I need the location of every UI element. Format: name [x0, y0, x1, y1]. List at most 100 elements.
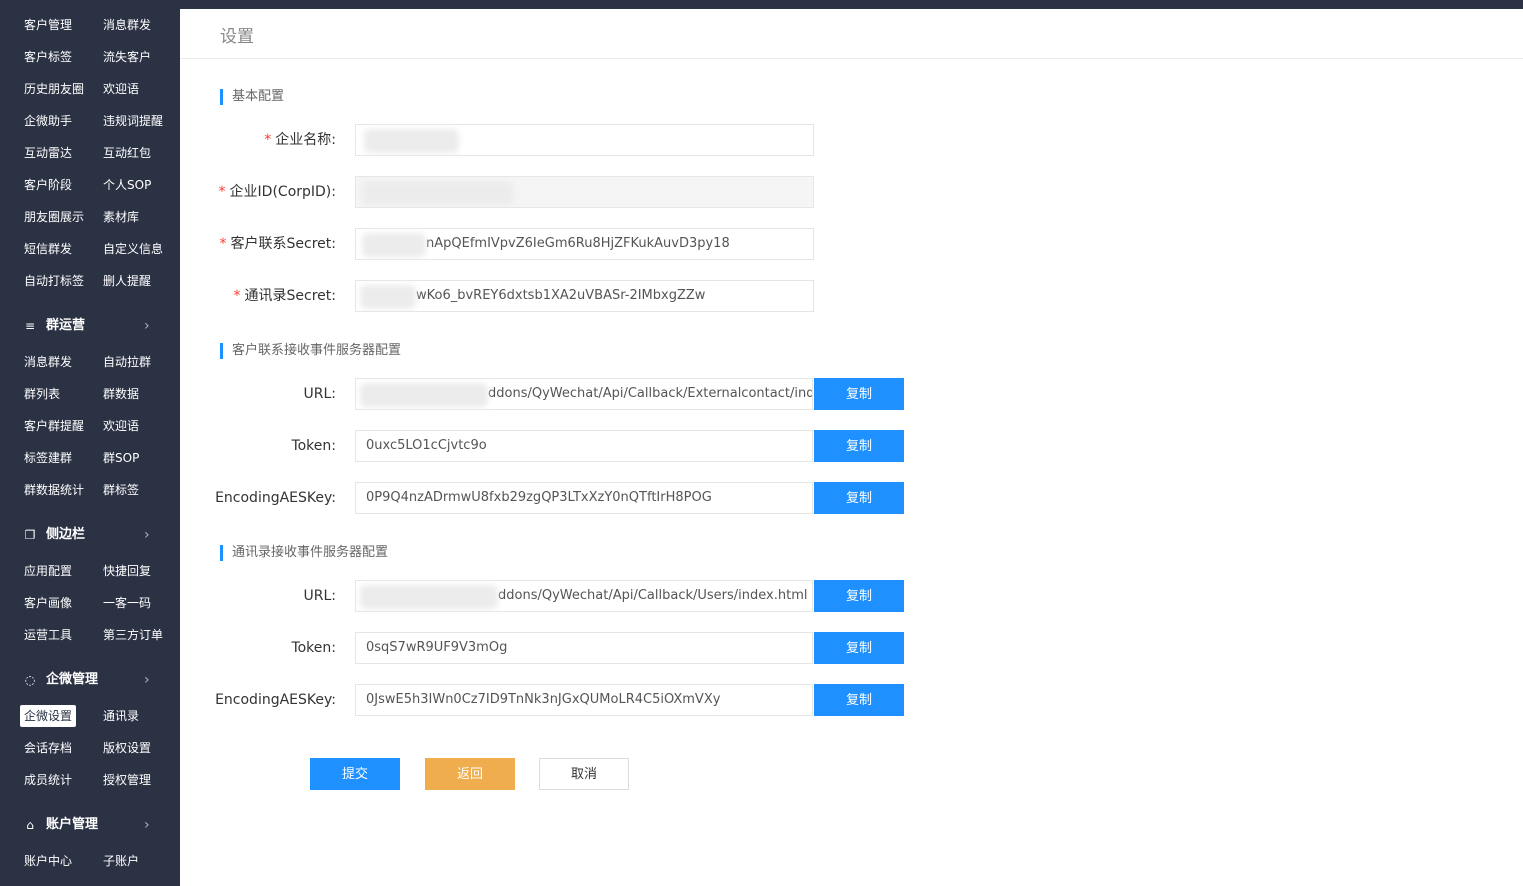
- sidebar-item[interactable]: 子账户: [99, 850, 143, 872]
- corp-name-label: * 企业名称:: [180, 124, 336, 156]
- sidebar-item[interactable]: 短信群发: [20, 238, 76, 260]
- sidebar-row: 企微助手 违规词提醒: [0, 105, 180, 137]
- sidebar-row: 成员统计 授权管理: [0, 764, 180, 796]
- section-title-users-server: 通讯录接收事件服务器配置: [220, 545, 388, 561]
- sidebar-item[interactable]: 授权管理: [99, 769, 155, 791]
- sidebar-row: 客户管理 消息群发: [0, 9, 180, 41]
- sidebar-item[interactable]: 应用配置: [20, 560, 76, 582]
- sidebar-item[interactable]: 群数据统计: [20, 479, 88, 501]
- sidebar-item[interactable]: 违规词提醒: [99, 110, 167, 132]
- contact-url-input[interactable]: ddons/QyWechat/Api/Callback/Externalcont…: [355, 378, 813, 410]
- sidebar-item[interactable]: 第三方订单: [99, 624, 167, 646]
- chevron-right-icon: ›: [144, 527, 150, 543]
- sidebar-item[interactable]: 通讯录: [99, 705, 143, 727]
- sidebar-item-active[interactable]: 企微设置: [20, 705, 77, 727]
- list-icon: ≡: [24, 319, 36, 333]
- sidebar-item[interactable]: 标签建群: [20, 447, 76, 469]
- required-mark: *: [233, 288, 241, 304]
- sidebar-row: 客户阶段 个人SOP: [0, 169, 180, 201]
- back-button[interactable]: 返回: [425, 758, 515, 790]
- required-mark: *: [218, 184, 226, 200]
- users-url-input[interactable]: ddons/QyWechat/Api/Callback/Users/index.…: [355, 580, 813, 612]
- sidebar-row: 运营工具 第三方订单: [0, 619, 180, 651]
- copy-button-users-url[interactable]: 复制: [814, 580, 904, 612]
- sidebar-item[interactable]: 客户画像: [20, 592, 76, 614]
- sidebar-item[interactable]: 欢迎语: [99, 78, 143, 100]
- label-text: 客户联系Secret:: [230, 236, 336, 252]
- contact-aes-input[interactable]: 0P9Q4nzADrmwU8fxb29zgQP3LTxXzY0nQTftIrH8…: [355, 482, 813, 514]
- contact-token-label: Token:: [291, 438, 336, 454]
- users-aes-label: EncodingAESKey:: [215, 692, 336, 708]
- users-token-input[interactable]: 0sqS7wR9UF9V3mOg: [355, 632, 813, 664]
- sidebar-item[interactable]: 个人SOP: [99, 174, 155, 196]
- blurred-value: [364, 129, 459, 153]
- label-text: 企业ID(CorpID):: [229, 184, 336, 200]
- corp-name-input[interactable]: [355, 124, 814, 156]
- sidebar-row: 客户标签 流失客户: [0, 41, 180, 73]
- sidebar-item[interactable]: 删人提醒: [99, 270, 155, 292]
- sidebar-item[interactable]: 欢迎语: [99, 415, 143, 437]
- blurred-value: [360, 383, 488, 407]
- required-mark: *: [264, 132, 272, 148]
- addressbook-secret-input[interactable]: wKo6_bvREY6dxtsb1XA2uVBASr-2IMbxgZZw: [355, 280, 814, 312]
- users-url-label: URL:: [303, 588, 337, 604]
- sidebar-item[interactable]: 互动红包: [99, 142, 155, 164]
- sidebar-item[interactable]: 客户标签: [20, 46, 76, 68]
- contact-secret-label: * 客户联系Secret:: [180, 228, 336, 260]
- sidebar-group-qun[interactable]: ≡ 群运营 ›: [0, 306, 180, 346]
- sidebar-item[interactable]: 群数据: [99, 383, 143, 405]
- copy-button-contact-url[interactable]: 复制: [814, 378, 904, 410]
- sidebar-item[interactable]: 快捷回复: [99, 560, 155, 582]
- sidebar-item[interactable]: 一客一码: [99, 592, 155, 614]
- sidebar-row: 历史朋友圈 欢迎语: [0, 73, 180, 105]
- sidebar-item[interactable]: 流失客户: [99, 46, 155, 68]
- copy-button-contact-token[interactable]: 复制: [814, 430, 904, 462]
- sidebar-item[interactable]: 群SOP: [99, 447, 143, 469]
- sidebar-item[interactable]: 消息群发: [99, 14, 155, 36]
- required-mark: *: [219, 236, 227, 252]
- input-value: wKo6_bvREY6dxtsb1XA2uVBASr-2IMbxgZZw: [416, 288, 706, 303]
- group-label: 群运营: [46, 318, 86, 333]
- sidebar-item[interactable]: 群标签: [99, 479, 143, 501]
- sidebar-item[interactable]: 朋友圈展示: [20, 206, 88, 228]
- sidebar-item[interactable]: 运营工具: [20, 624, 76, 646]
- sidebar-item[interactable]: 历史朋友圈: [20, 78, 88, 100]
- sidebar-row: 朋友圈展示 素材库: [0, 201, 180, 233]
- chevron-right-icon: ›: [144, 817, 150, 833]
- sidebar-item[interactable]: 账户中心: [20, 850, 76, 872]
- sidebar-group-account[interactable]: ⌂ 账户管理 ›: [0, 805, 180, 845]
- sidebar-item[interactable]: 版权设置: [99, 737, 155, 759]
- sidebar-group-side[interactable]: ❐ 侧边栏 ›: [0, 515, 180, 555]
- contact-secret-input[interactable]: nApQEfmIVpvZ6IeGm6Ru8HjZFKukAuvD3py18: [355, 228, 814, 260]
- sidebar-group-qw[interactable]: ◌ 企微管理 ›: [0, 660, 180, 700]
- sidebar-item[interactable]: 自定义信息: [99, 238, 167, 260]
- sidebar-item[interactable]: 客户阶段: [20, 174, 76, 196]
- corp-id-input[interactable]: [355, 176, 814, 208]
- submit-button[interactable]: 提交: [310, 758, 400, 790]
- sidebar-item[interactable]: 客户群提醒: [20, 415, 88, 437]
- sidebar-row: 自动打标签 删人提醒: [0, 265, 180, 297]
- copy-button-users-token[interactable]: 复制: [814, 632, 904, 664]
- copy-button-users-aes[interactable]: 复制: [814, 684, 904, 716]
- input-value: nApQEfmIVpvZ6IeGm6Ru8HjZFKukAuvD3py18: [426, 236, 730, 251]
- sidebar-item[interactable]: 互动雷达: [20, 142, 76, 164]
- sidebar-item[interactable]: 客户管理: [20, 14, 76, 36]
- sidebar-row: 企微设置 通讯录: [0, 700, 180, 732]
- group-label: 企微管理: [46, 672, 99, 687]
- sidebar-item[interactable]: 成员统计: [20, 769, 76, 791]
- sidebar-item[interactable]: 消息群发: [20, 351, 76, 373]
- copy-button-contact-aes[interactable]: 复制: [814, 482, 904, 514]
- sidebar-item[interactable]: 自动打标签: [20, 270, 88, 292]
- sidebar-item[interactable]: 企微助手: [20, 110, 76, 132]
- sidebar-item[interactable]: 素材库: [99, 206, 143, 228]
- users-aes-input[interactable]: 0JswE5h3IWn0Cz7ID9TnNk3nJGxQUMoLR4C5iOXm…: [355, 684, 813, 716]
- blurred-value: [362, 181, 514, 205]
- sidebar-item[interactable]: 自动拉群: [99, 351, 155, 373]
- contact-token-input[interactable]: 0uxc5LO1cCjvtc9o: [355, 430, 813, 462]
- sidebar-item[interactable]: 会话存档: [20, 737, 76, 759]
- sidebar-row: 群数据统计 群标签: [0, 474, 180, 506]
- cancel-button[interactable]: 取消: [539, 758, 629, 790]
- blurred-value: [362, 233, 426, 257]
- sidebar-item[interactable]: 群列表: [20, 383, 64, 405]
- blurred-value: [360, 285, 416, 309]
